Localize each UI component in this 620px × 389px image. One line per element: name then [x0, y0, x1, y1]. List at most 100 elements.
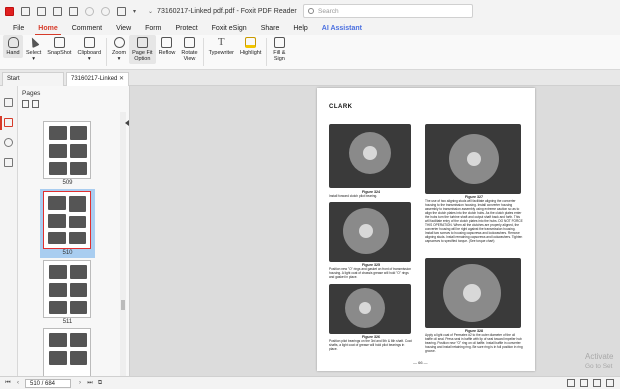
status-bar: ⏮ ‹ 510 / 684 › ⏭ ⧉ — [0, 376, 620, 389]
snapshot-button[interactable]: SnapShot — [44, 35, 74, 58]
last-page-icon[interactable]: ⏭ — [86, 380, 94, 387]
search-input[interactable]: Search — [318, 8, 339, 15]
clipboard-dropdown-icon: ▾ — [87, 56, 91, 62]
menu-home[interactable]: Home — [31, 22, 64, 35]
select-button[interactable]: Select ▾ — [23, 35, 44, 64]
menu-bar: File Home Comment View Form Protect Foxi… — [0, 22, 620, 35]
page-options-icon[interactable] — [22, 100, 29, 108]
ribbon-toolbar: Hand Select ▾ SnapShot Clipboard ▾ Zoom … — [0, 35, 620, 70]
single-page-view-icon[interactable] — [567, 379, 575, 387]
figure-325-caption: Figure 325 Position new "O" rings and ga… — [329, 263, 413, 279]
rotate-view-button[interactable]: Rotate View — [178, 35, 200, 64]
figure-328-caption: Figure 328 Apply a light coat of Permate… — [425, 329, 523, 357]
ribbon-separator — [266, 38, 268, 66]
page-thumbnail-509[interactable]: 509 — [40, 121, 95, 186]
page-thumbnail-511[interactable]: 511 — [40, 260, 95, 325]
menu-comment[interactable]: Comment — [65, 22, 109, 35]
bookmark-icon[interactable] — [4, 98, 13, 107]
snapshot-label: SnapShot — [47, 50, 72, 56]
page-thumbnail-510[interactable]: 510 — [40, 189, 95, 258]
tab-start-label: Start — [7, 76, 20, 82]
page-fit-icon — [136, 37, 148, 48]
fill-sign-button[interactable]: Fill & Sign — [269, 35, 289, 64]
comment-icon[interactable] — [4, 138, 13, 147]
document-tab-bar: Start 73160217-Linked pdf... ✕ — [0, 70, 620, 94]
reflow-button[interactable]: Reflow — [156, 35, 179, 58]
activate-windows-watermark: Activate Go to Set — [585, 352, 613, 372]
menu-view[interactable]: View — [109, 22, 138, 35]
figure-text: Position pilot bearings on the 3rd and 5… — [329, 339, 412, 351]
menu-file[interactable]: File — [6, 22, 31, 35]
watermark-line-1: Activate — [585, 352, 614, 361]
page-fit-option-button[interactable]: Page Fit Option — [129, 35, 156, 64]
page-header: CLARK — [329, 104, 353, 110]
page-number-input[interactable]: 510 / 684 — [25, 378, 71, 388]
highlight-button[interactable]: Highlight — [237, 35, 264, 58]
next-page-icon[interactable]: › — [76, 380, 84, 386]
redo-icon[interactable] — [101, 6, 110, 16]
thumbnail-options-icon[interactable] — [32, 100, 39, 108]
menu-foxit-esign[interactable]: Foxit eSign — [205, 22, 254, 35]
figure-325-photo — [329, 202, 411, 262]
page-fit-label-2: Option — [134, 56, 151, 62]
attachment-icon[interactable] — [4, 158, 13, 167]
select-dropdown-icon: ▾ — [32, 56, 36, 62]
first-page-icon[interactable]: ⏮ — [4, 380, 12, 387]
figure-327-photo — [425, 124, 521, 194]
camera-icon — [53, 37, 65, 48]
save-icon[interactable] — [37, 6, 46, 16]
close-tab-icon[interactable]: ✕ — [119, 73, 124, 85]
menu-share[interactable]: Share — [254, 22, 287, 35]
thumbnail-label: 511 — [62, 319, 73, 325]
fill-sign-icon — [273, 37, 285, 48]
typewriter-icon: T — [217, 36, 225, 48]
pdf-page: CLARK Figure 324 Install forward clutch … — [317, 88, 535, 371]
continuous-facing-view-icon[interactable] — [606, 379, 614, 387]
previous-page-icon[interactable]: ‹ — [14, 380, 22, 386]
tab-document[interactable]: 73160217-Linked pdf... ✕ — [66, 72, 129, 94]
zoom-dropdown-icon: ▾ — [117, 56, 121, 62]
page-thumbnail-512[interactable] — [40, 328, 95, 376]
highlight-label: Highlight — [239, 50, 262, 56]
thumbnail-label: 510 — [62, 250, 73, 256]
figure-text: Position new "O" rings and gasket on fro… — [329, 267, 411, 279]
copy-view-icon[interactable]: ⧉ — [96, 380, 104, 387]
typewriter-button[interactable]: T Typewriter — [206, 35, 237, 58]
menu-help[interactable]: Help — [286, 22, 314, 35]
window-title: ⌄ 73160217-Linked pdf.pdf - Foxit PDF Re… — [148, 8, 297, 15]
rotate-icon — [183, 37, 195, 48]
rail-selection-indicator — [0, 116, 2, 130]
tab-start[interactable]: Start — [2, 72, 64, 86]
figure-326-caption: Figure 326 Position pilot bearings on th… — [329, 335, 413, 351]
search-icon — [308, 8, 314, 14]
mail-icon[interactable] — [69, 6, 78, 16]
clipboard-button[interactable]: Clipboard ▾ — [74, 35, 104, 64]
facing-view-icon[interactable] — [593, 379, 601, 387]
document-view[interactable]: CLARK Figure 324 Install forward clutch … — [130, 86, 620, 376]
open-file-icon[interactable] — [21, 6, 30, 16]
watermark-line-2: Go to Set — [585, 363, 613, 370]
search-box[interactable]: Search — [303, 4, 473, 18]
pages-icon[interactable] — [4, 118, 13, 127]
figure-326-photo — [329, 284, 411, 334]
thumbnail-image — [43, 260, 91, 318]
menu-form[interactable]: Form — [138, 22, 168, 35]
pages-panel: Pages 509 510 511 — [18, 86, 130, 376]
menu-protect[interactable]: Protect — [168, 22, 204, 35]
hand-button[interactable]: Hand — [3, 35, 23, 58]
collapse-panel-icon[interactable] — [125, 120, 129, 126]
title-chevron-icon[interactable]: ⌄ — [148, 8, 153, 15]
ribbon-separator — [106, 38, 108, 66]
undo-icon[interactable] — [85, 6, 94, 16]
menu-ai-assistant[interactable]: AI Assistant — [315, 22, 369, 35]
hand-tool-quick-icon[interactable] — [117, 6, 126, 16]
pages-panel-scrollbar[interactable] — [120, 112, 126, 376]
page-thumbnails: 509 510 511 — [18, 112, 118, 376]
thumbnail-image — [43, 191, 91, 249]
zoom-button[interactable]: Zoom ▾ — [109, 35, 129, 64]
customize-dropdown-icon[interactable]: ▾ — [133, 8, 136, 15]
continuous-view-icon[interactable] — [580, 379, 588, 387]
foxit-logo-icon[interactable] — [5, 6, 14, 16]
scrollbar-thumb[interactable] — [121, 300, 125, 310]
print-icon[interactable] — [53, 6, 62, 16]
